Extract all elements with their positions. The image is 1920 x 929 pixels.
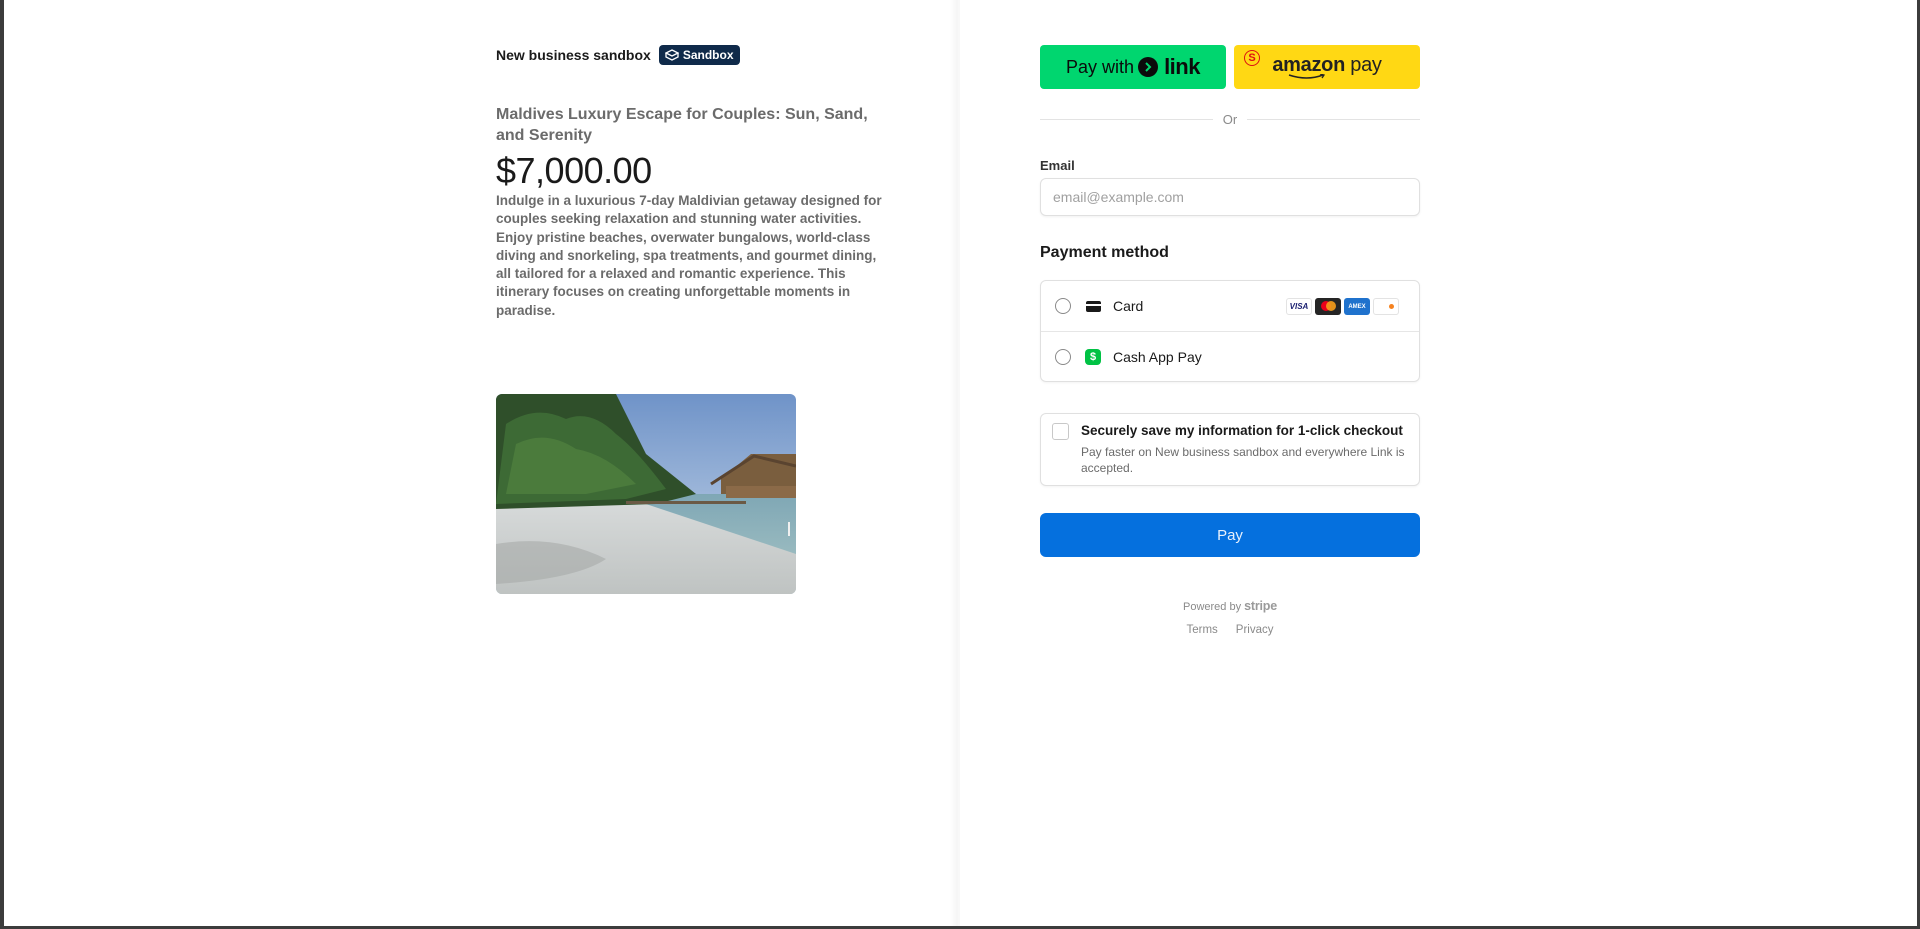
mastercard-icon [1315,298,1341,315]
product-price: $7,000.00 [496,150,652,191]
stripe-logo: stripe [1244,599,1277,613]
cash-app-icon: $ [1085,348,1101,365]
card-option-label: Card [1113,298,1144,314]
email-field[interactable] [1040,178,1420,216]
privacy-link[interactable]: Privacy [1236,624,1274,636]
or-text: Or [1222,112,1238,127]
divider-line-right [1247,119,1421,120]
amazon-pay-button[interactable]: S amazon pay [1234,45,1420,89]
beach-photo [496,394,796,594]
discover-icon [1373,298,1399,315]
card-radio[interactable] [1055,298,1071,314]
amex-icon: AMEX [1344,298,1370,315]
save-info-box: Securely save my information for 1-click… [1040,413,1420,486]
link-prefix: Pay with [1066,56,1135,77]
pay-with-link-button[interactable]: Pay with link [1040,45,1226,89]
amazon-pay-word: pay [1350,53,1382,76]
express-checkout: Pay with link S amazon pay [1040,45,1420,89]
payment-method-title: Payment method [1040,244,1169,261]
sandbox-badge: Sandbox [658,45,740,65]
visa-icon: VISA [1286,298,1312,315]
save-info-title: Securely save my information for 1-click… [1081,423,1403,438]
amazon-wordmark: amazon [1272,53,1346,76]
amazon-pay-logo: amazon pay [1272,53,1382,80]
pay-button[interactable]: Pay [1040,513,1420,557]
card-brand-logos: VISA AMEX [1286,298,1399,315]
amazon-smile-icon [1288,73,1326,79]
product-image [496,394,796,594]
powered-by-stripe[interactable]: Powered by stripe [1040,599,1420,613]
footer-links: Terms Privacy [1040,624,1420,636]
divider-line-left [1040,119,1213,120]
sandbox-badge-label: Sandbox [682,48,734,62]
merchant-name: New business sandbox [496,47,651,63]
link-wordmark: link [1164,54,1200,79]
payment-option-card[interactable]: Card VISA AMEX [1041,281,1419,331]
sandbox-mode-icon: S [1244,50,1260,66]
save-info-description: Pay faster on New business sandbox and e… [1081,445,1405,475]
cash-app-radio[interactable] [1055,348,1071,365]
terms-link[interactable]: Terms [1186,624,1217,636]
payment-option-cash-app[interactable]: $ Cash App Pay [1041,331,1419,381]
email-label: Email [1040,158,1075,173]
product-description: Indulge in a luxurious 7-day Maldivian g… [496,193,882,318]
cash-app-option-label: Cash App Pay [1113,348,1202,365]
link-arrow-icon [1138,57,1159,77]
sandbox-icon [664,49,679,61]
save-info-checkbox[interactable] [1052,423,1069,440]
payment-method-list: Card VISA AMEX $ Cash App Pay [1040,280,1420,382]
or-divider: Or [1040,112,1421,127]
product-title: Maldives Luxury Escape for Couples: Sun,… [496,106,868,144]
powered-by-text: Powered by [1183,601,1242,613]
card-icon [1085,298,1101,314]
merchant-header: New business sandbox Sandbox [496,45,740,65]
